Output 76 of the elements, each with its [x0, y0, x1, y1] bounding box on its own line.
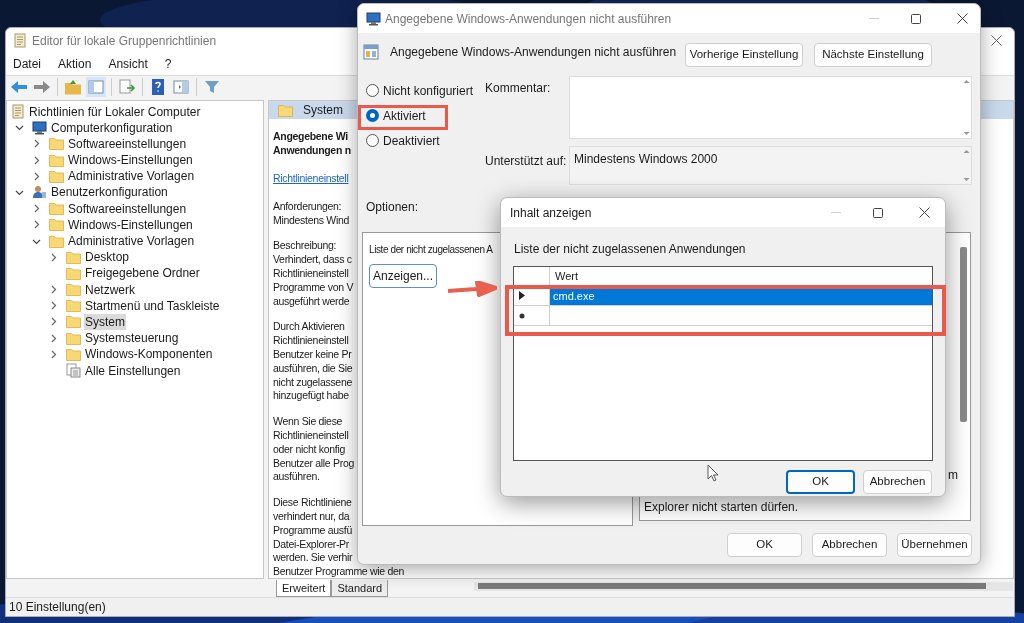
tree-item[interactable]: Softwareeinstellungen: [67, 200, 188, 217]
description-text: Beschreibung:: [273, 239, 337, 254]
policy-title: Angegebene Wi: [273, 130, 348, 145]
description-text: Diese Richtlinienе: [273, 496, 352, 510]
description-text: Anforderungen:: [273, 199, 342, 214]
policy-title: Anwendungen n: [273, 144, 351, 158]
description-text: Benutzer keine Pr: [273, 347, 352, 362]
menu-item[interactable]: Ansicht: [108, 55, 148, 74]
tree-item[interactable]: Alle Einstellungen: [84, 362, 182, 379]
menu-item[interactable]: Aktion: [58, 55, 92, 74]
dialog-button[interactable]: Vorherige Einstellung: [685, 43, 803, 67]
description-text: Richtlinieneinstell: [273, 267, 349, 281]
dialog-button[interactable]: Übernehmen: [897, 533, 972, 557]
description-text: nicht zugelassene: [273, 375, 352, 390]
list-label: Liste der nicht zugelassenen Anwendungen: [514, 241, 746, 258]
help-text: m: [948, 467, 958, 484]
description-text: ausführen.: [273, 470, 320, 485]
tree-item[interactable]: Benutzerkonfiguration: [50, 184, 169, 201]
window-title: Editor für lokale Gruppenrichtlinien: [32, 32, 217, 50]
description-text: Verhindert, dass c: [273, 253, 352, 267]
tree-item[interactable]: Administrative Vorlagen: [67, 168, 196, 185]
dialog-button[interactable]: Abbrechen: [812, 533, 887, 557]
dialog-button[interactable]: Abbrechen: [863, 470, 932, 494]
field-label: Kommentar:: [485, 80, 551, 97]
tree-item[interactable]: Netzwerk: [84, 281, 136, 298]
help-text: Explorer nicht starten dürfen.: [644, 499, 799, 516]
view-tab[interactable]: Erweitert: [276, 580, 332, 597]
field-label: Unterstützt auf:: [485, 153, 567, 170]
description-text: Datei-Explorer-Pr: [273, 537, 349, 552]
description-text: hinzugefügt habe: [273, 389, 349, 404]
description-text: Programme ausfü: [273, 523, 352, 538]
dialog-button[interactable]: OK: [727, 533, 802, 557]
description-text: Mindestens Wind: [273, 213, 350, 228]
tree-item[interactable]: Windows-Einstellungen: [67, 216, 194, 233]
description-text: Wenn Sie diese: [273, 415, 343, 429]
description-text: Durch Aktivieren: [273, 320, 345, 335]
description-text: ausgeführt werde: [273, 294, 350, 309]
view-tab[interactable]: Standard: [331, 580, 389, 597]
tree-item[interactable]: Startmenü und Taskleiste: [84, 297, 221, 314]
description-text: Benutzer alle Prog: [273, 456, 354, 471]
tree-item[interactable]: Windows-Komponenten: [84, 346, 214, 363]
tree-item[interactable]: Computerkonfiguration: [50, 119, 174, 136]
menu-item[interactable]: Datei: [13, 55, 41, 74]
list-label: Liste der nicht zugelassenen A: [369, 243, 493, 257]
description-text: oder nicht konfig: [273, 442, 345, 457]
description-text: Richtlinieneinstell: [273, 428, 349, 443]
supported-field: Mindestens Windows 2000: [569, 146, 972, 185]
status-text: 10 Einstellung(en): [9, 599, 106, 616]
radio-label: Nicht konfiguriert: [383, 82, 474, 100]
show-button[interactable]: Anzeigen...: [369, 264, 437, 288]
tree-item[interactable]: Systemsteuerung: [84, 330, 180, 347]
radio-label: Aktiviert: [383, 107, 426, 125]
tree-item[interactable]: Softwareeinstellungen: [67, 135, 188, 152]
description-text: Programme von V: [273, 280, 354, 295]
tree-item[interactable]: Desktop: [84, 249, 131, 266]
tree-item[interactable]: Windows-Einstellungen: [67, 152, 194, 169]
dialog-button[interactable]: Nächste Einstellung: [814, 43, 932, 67]
tree-item[interactable]: System: [84, 313, 126, 330]
description-text: verhindert nur, da: [273, 509, 350, 524]
description-text: werden. Sie verhir: [273, 551, 353, 566]
description-text: Benutzer Programme wie den: [273, 565, 405, 579]
column-header: Wert: [554, 269, 579, 284]
description-text: Richtlinieneinstell: [273, 334, 349, 348]
dialog-title: Inhalt anzeigen: [510, 204, 592, 222]
policy-link[interactable]: Richtlinieneinstell: [273, 172, 349, 186]
tree-item[interactable]: Administrative Vorlagen: [67, 233, 196, 249]
tree-item[interactable]: Freigegebene Ordner: [84, 265, 201, 282]
description-text: ausführen, die Sie: [273, 361, 353, 376]
radio-label: Deaktiviert: [383, 132, 440, 150]
tree-item[interactable]: Richtlinien für Lokaler Computer: [28, 103, 202, 120]
section-label: Optionen:: [366, 199, 419, 216]
pane-header-title: System: [303, 102, 343, 120]
dialog-button[interactable]: OK: [786, 470, 855, 494]
menu-item[interactable]: ?: [164, 55, 172, 74]
dialog-title: Angegebene Windows-Anwendungen nicht ausführen: [385, 10, 672, 28]
policy-heading: Angegebene Windows-Anwendungen nicht ausführen: [390, 44, 677, 61]
